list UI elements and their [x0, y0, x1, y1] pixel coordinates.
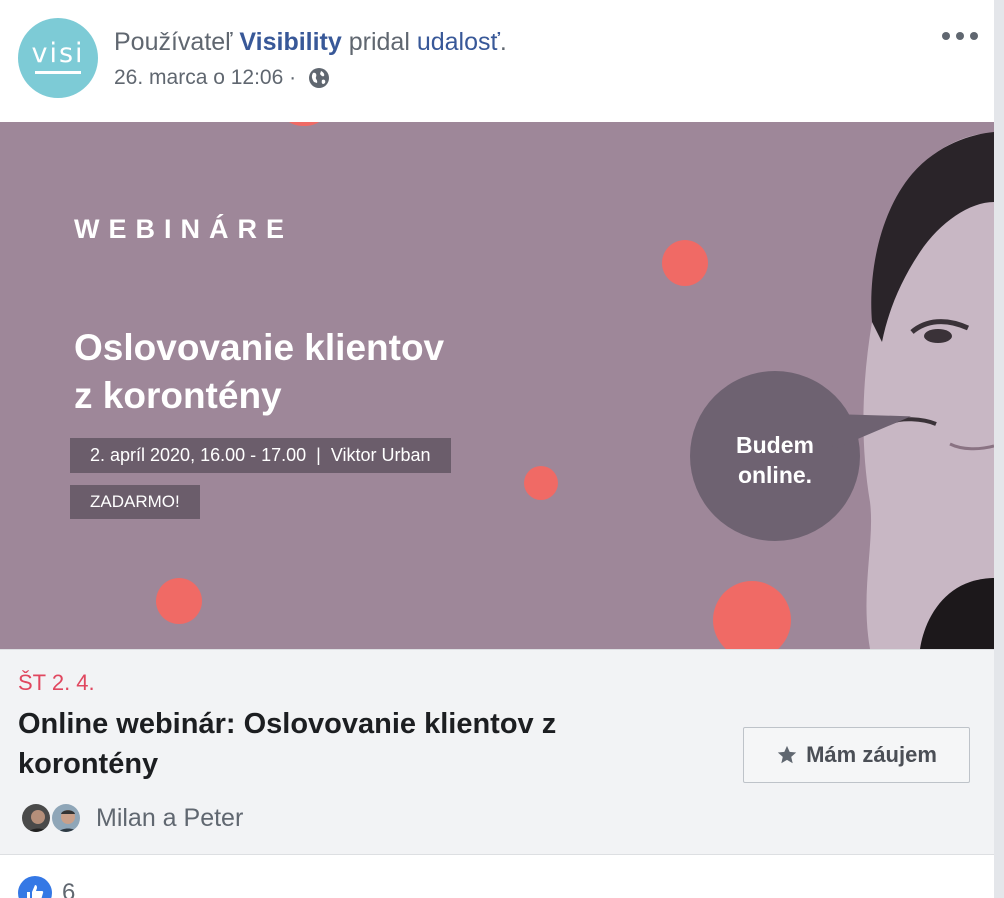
event-title[interactable]: Online webinár: Oslovovanie klientov z k… — [18, 704, 678, 784]
speaker-portrait — [863, 132, 994, 649]
more-dot-icon — [942, 32, 950, 40]
bubble-line1: Budem — [736, 432, 814, 458]
post-header: visi Používateľ Visibility pridal udalos… — [0, 0, 994, 122]
interested-button[interactable]: Mám záujem — [743, 727, 970, 783]
headline-prefix: Používateľ — [114, 28, 240, 56]
page-avatar[interactable]: visi — [18, 18, 98, 98]
headline-suffix: . — [499, 28, 507, 56]
more-dot-icon — [970, 32, 978, 40]
attendees-names[interactable]: Milan a Peter — [96, 804, 243, 833]
bubble-line2: online. — [737, 462, 813, 488]
headline-middle: pridal — [341, 28, 417, 56]
speech-bubble-text: Budem online. — [690, 430, 860, 490]
banner-kicker: WEBINÁRE — [74, 214, 293, 244]
banner-free-tag: ZADARMO! — [70, 485, 200, 519]
banner-title-line1: Oslovovanie klientov — [74, 327, 445, 368]
banner-title-line2: z korontény — [74, 375, 282, 416]
decor-dot — [524, 466, 558, 500]
more-options-button[interactable] — [942, 26, 978, 46]
post-headline: Používateľ Visibility pridal udalosť. — [114, 28, 507, 57]
event-card[interactable]: ŠT 2. 4. Online webinár: Oslovovanie kli… — [0, 649, 994, 855]
avatar-logo-underline — [35, 71, 81, 74]
attendees-row[interactable]: Milan a Peter — [20, 802, 243, 834]
right-rail-edge — [994, 0, 1004, 898]
attendee-avatar — [20, 802, 52, 834]
event-link[interactable]: udalosť — [417, 28, 500, 56]
globe-icon[interactable] — [308, 67, 330, 89]
interested-button-label: Mám záujem — [806, 742, 937, 767]
banner-title: Oslovovanie klientov z korontény — [74, 324, 534, 420]
like-count: 6 — [62, 879, 76, 898]
more-dot-icon — [956, 32, 964, 40]
like-icon — [18, 876, 52, 898]
decor-dot — [662, 240, 708, 286]
page-name-link[interactable]: Visibility — [239, 28, 341, 56]
event-cover-image[interactable]: WEBINÁRE Oslovovanie klientov z korontén… — [0, 122, 994, 649]
post-timestamp[interactable]: 26. marca o 12:06 — [114, 66, 283, 90]
star-icon — [777, 745, 797, 764]
decor-dot — [156, 578, 202, 624]
post-meta: 26. marca o 12:06 · — [114, 66, 330, 90]
decor-dot — [713, 581, 791, 649]
decor-dot — [286, 122, 322, 126]
banner-date-strip: 2. apríl 2020, 16.00 - 17.00 | Viktor Ur… — [70, 438, 451, 473]
attendee-avatar — [50, 802, 82, 834]
meta-separator: · — [283, 66, 302, 89]
reactions-summary[interactable]: 6 — [18, 876, 75, 898]
event-date: ŠT 2. 4. — [18, 670, 95, 695]
avatar-logo-text: visi — [31, 38, 85, 69]
